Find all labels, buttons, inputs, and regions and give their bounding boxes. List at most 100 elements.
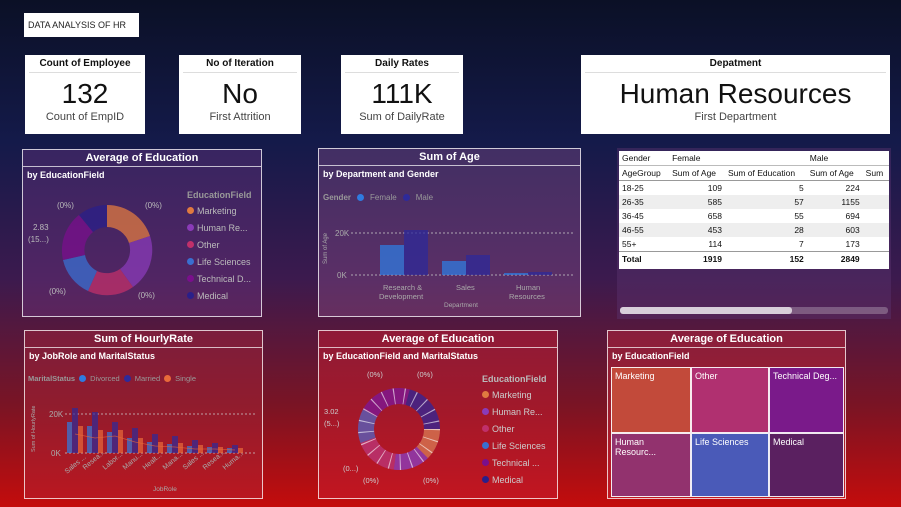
card-value: 132: [61, 78, 109, 109]
panel-title: Sum of HourlyRate: [93, 333, 193, 345]
bar-female-rd[interactable]: [380, 245, 404, 275]
table-row[interactable]: 36-45 658 55 694: [619, 209, 889, 223]
treemap-cell-human-resources[interactable]: Human Resourc...: [611, 433, 691, 497]
legend-dot: [187, 224, 194, 231]
treemap-cell-medical[interactable]: Medical: [769, 433, 844, 497]
legend-item[interactable]: Life Sciences: [187, 253, 261, 270]
bar-male-hr[interactable]: [528, 272, 552, 275]
card-label: No of Iteration: [206, 58, 274, 69]
donut-label: (0%): [138, 291, 155, 300]
panel-subtitle: by JobRole and MaritalStatus: [29, 351, 156, 361]
legend-dot: [402, 194, 410, 201]
donut-label: (0%): [49, 287, 66, 296]
bar-female-hr[interactable]: [504, 273, 528, 275]
matrix-scrollbar[interactable]: [620, 307, 888, 314]
matrix-header[interactable]: Sum of Age: [807, 166, 863, 181]
legend-dot: [187, 207, 194, 214]
legend-item[interactable]: Other: [187, 236, 261, 253]
table-row[interactable]: 26-35 585 57 1155: [619, 195, 889, 209]
bar-legend: Gender Female Male: [323, 193, 433, 202]
card-sub: Sum of DailyRate: [359, 111, 445, 123]
card-count-employee[interactable]: Count of Employee 132 Count of EmpID: [25, 55, 145, 134]
hourly-rate-panel[interactable]: Sum of HourlyRate by JobRole and Marital…: [24, 330, 263, 499]
card-sub: First Attrition: [209, 111, 271, 123]
bar-male-sales[interactable]: [466, 255, 490, 275]
legend-title: EducationField: [187, 190, 252, 200]
y-tick: 20K: [49, 410, 64, 419]
matrix-header[interactable]: Sum: [863, 166, 889, 181]
panel-title: Average of Education: [381, 333, 495, 345]
card-label: Depatment: [709, 58, 762, 69]
donut-label: 2.83: [33, 223, 49, 232]
bar-female-sales[interactable]: [442, 261, 466, 275]
treemap-cell-life-sciences[interactable]: Life Sciences: [691, 433, 769, 497]
treemap-panel[interactable]: Average of Education by EducationField M…: [607, 330, 846, 499]
matrix-panel[interactable]: Gender Female Male AgeGroup Sum of Age S…: [617, 148, 891, 319]
scrollbar-thumb[interactable]: [620, 307, 792, 314]
donut-label: (0%): [145, 201, 162, 210]
donut-label: (0%): [423, 476, 439, 485]
matrix-header[interactable]: Sum of Age: [669, 166, 725, 181]
legend-label: Male: [415, 193, 434, 202]
bar-male-rd[interactable]: [404, 230, 428, 275]
card-daily-rates[interactable]: Daily Rates 111K Sum of DailyRate: [341, 55, 463, 134]
panel-title: Average of Education: [670, 333, 783, 345]
card-sub: First Department: [694, 111, 777, 123]
donut-label: 3.02: [324, 407, 339, 416]
panel-subtitle: by EducationField and MaritalStatus: [323, 351, 479, 361]
donut2-legend: EducationField Marketing Human Re... Oth…: [482, 374, 556, 488]
donut-label: (0%): [363, 476, 379, 485]
age-bar-panel[interactable]: Sum of Age by Department and Gender Gend…: [318, 148, 581, 317]
treemap-cell-marketing[interactable]: Marketing: [611, 367, 691, 433]
x-tick: Research &: [383, 283, 422, 292]
legend-item[interactable]: Marketing: [482, 386, 556, 403]
treemap-cell-technical[interactable]: Technical Deg...: [769, 367, 844, 433]
donut-education-panel[interactable]: Average of Education by EducationField (…: [22, 149, 262, 317]
card-label: Daily Rates: [375, 58, 429, 69]
legend-title: EducationField: [482, 374, 547, 384]
legend-item[interactable]: Life Sciences: [482, 437, 556, 454]
legend-label: Female: [370, 193, 397, 202]
legend-dot: [482, 391, 489, 398]
x-tick: Huma...: [222, 450, 245, 471]
legend-item[interactable]: Human Re...: [482, 403, 556, 420]
legend-item[interactable]: Medical: [482, 471, 556, 488]
donut2-chart[interactable]: (0%) (0%) 3.02 (5...) (0...) (0%) (0%): [319, 369, 483, 497]
card-department[interactable]: Depatment Human Resources First Departme…: [581, 55, 890, 134]
card-iteration[interactable]: No of Iteration No First Attrition: [179, 55, 301, 134]
donut2-ring[interactable]: [358, 388, 440, 470]
x-tick: Sales: [456, 283, 475, 292]
legend-item[interactable]: Other: [482, 420, 556, 437]
legend-item[interactable]: Human Re...: [187, 219, 261, 236]
x-axis-label: Department: [444, 302, 478, 309]
donut-education-marital-panel[interactable]: Average of Education by EducationField a…: [318, 330, 558, 499]
legend-item[interactable]: Technical D...: [187, 270, 261, 287]
matrix-table[interactable]: Gender Female Male AgeGroup Sum of Age S…: [619, 151, 889, 269]
matrix-header[interactable]: AgeGroup: [619, 166, 669, 181]
y-axis-label: Sum of HourlyRate: [31, 406, 37, 452]
donut-label: (0...): [343, 464, 359, 473]
treemap[interactable]: Marketing Other Technical Deg... Human R…: [611, 367, 844, 497]
donut-label: (0%): [57, 201, 74, 210]
donut-label: (15...): [28, 235, 49, 244]
donut-chart[interactable]: (0%) (0%) 2.83 (15...) (0%) (0%): [23, 180, 188, 315]
legend-title: MaritalStatus: [28, 374, 76, 383]
table-row[interactable]: 46-55 453 28 603: [619, 223, 889, 237]
hourly-bar-chart[interactable]: 20K 0K Sum of HourlyRate Sales ... Resea…: [25, 386, 261, 498]
legend-item[interactable]: Medical: [187, 287, 261, 304]
table-row[interactable]: 18-25 109 5 224: [619, 181, 889, 196]
y-axis-label: Sum of Age: [323, 232, 329, 264]
table-row[interactable]: 55+ 114 7 173: [619, 237, 889, 252]
legend-dot: [482, 476, 489, 483]
legend-item[interactable]: Technical ...: [482, 454, 556, 471]
donut-legend: EducationField Marketing Human Re... Oth…: [187, 190, 261, 304]
donut-slice-marketing[interactable]: [107, 204, 150, 243]
legend-item[interactable]: Marketing: [187, 202, 261, 219]
treemap-cell-other[interactable]: Other: [691, 367, 769, 433]
card-value: No: [222, 78, 258, 109]
x-axis-label: JobRole: [153, 486, 177, 493]
age-bar-chart[interactable]: 20K 0K Sum of Age Research & Development…: [319, 204, 579, 316]
legend-title: Gender: [323, 193, 352, 202]
report-title: DATA ANALYSIS OF HR: [24, 13, 139, 37]
matrix-header[interactable]: Sum of Education: [725, 166, 807, 181]
